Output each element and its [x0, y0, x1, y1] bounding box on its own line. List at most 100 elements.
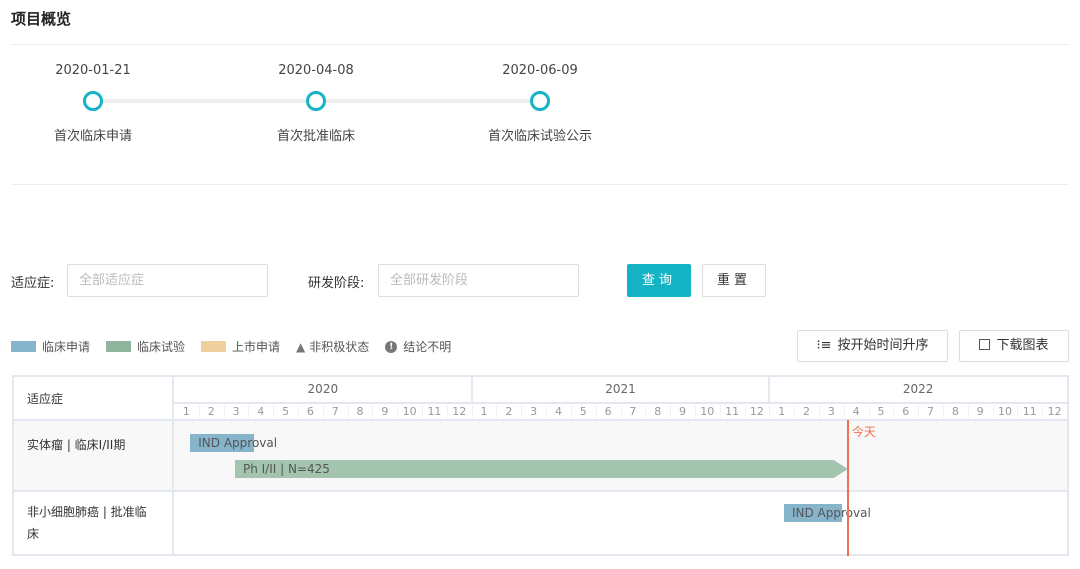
- year-label: 2021: [605, 382, 636, 396]
- reset-button[interactable]: 重置: [702, 264, 766, 297]
- stage-label: 研发阶段:: [308, 276, 365, 291]
- today-label: 今天: [851, 425, 876, 439]
- legend-item: ! 结论不明: [385, 338, 451, 355]
- divider: [843, 405, 845, 418]
- divider: [570, 405, 572, 418]
- divider: [11, 184, 1069, 185]
- download-button[interactable]: 下载图表: [959, 330, 1069, 362]
- gantt-bar-label: IND Approval: [198, 436, 278, 450]
- divider: [446, 405, 448, 418]
- month-label: 5: [579, 405, 587, 418]
- indication-label: 适应症:: [11, 276, 55, 291]
- row-label: 实体瘤 | 临床I/II期: [27, 438, 126, 452]
- month-label: 7: [331, 405, 339, 418]
- divider: [14, 490, 1067, 492]
- legend-item: 上市申请: [201, 338, 280, 355]
- month-label: 12: [452, 405, 467, 418]
- divider: [992, 405, 994, 418]
- exclamation-circle-icon: !: [385, 340, 398, 353]
- divider: [794, 405, 796, 418]
- milestone-date: 2020-01-21: [55, 63, 131, 78]
- document-icon: [979, 339, 991, 350]
- month-label: 12: [749, 405, 764, 418]
- query-button[interactable]: 查询: [627, 264, 691, 297]
- swatch-icon: [201, 341, 227, 352]
- divider: [818, 405, 820, 418]
- divider: [521, 405, 523, 418]
- divider: [298, 405, 300, 418]
- divider: [918, 405, 920, 418]
- month-label: 5: [282, 405, 290, 418]
- divider: [397, 405, 399, 418]
- divider: [273, 405, 275, 418]
- divider: [595, 405, 597, 418]
- download-button-label: 下载图表: [996, 338, 1049, 353]
- milestone-date: 2020-04-08: [278, 63, 354, 78]
- divider: [223, 405, 225, 418]
- divider: [248, 405, 250, 418]
- divider: [670, 405, 672, 418]
- divider: [645, 405, 647, 418]
- divider: [347, 405, 349, 418]
- divider: [1017, 405, 1019, 418]
- divider: [769, 405, 771, 418]
- month-label: 8: [654, 405, 662, 418]
- month-label: 10: [997, 405, 1012, 418]
- swatch-icon: [106, 341, 132, 352]
- month-label: 1: [480, 405, 488, 418]
- month-label: 9: [976, 405, 984, 418]
- month-label: 11: [725, 405, 740, 418]
- legend-item: 临床试验: [106, 338, 185, 355]
- milestone-dot: [306, 91, 326, 111]
- month-label: 2: [803, 405, 811, 418]
- legend-label: 临床试验: [137, 340, 186, 354]
- month-label: 6: [306, 405, 314, 418]
- legend-item: 临床申请: [11, 338, 90, 355]
- month-label: 10: [402, 405, 417, 418]
- sort-button-label: 按开始时间升序: [837, 338, 929, 353]
- month-label: 4: [257, 405, 265, 418]
- legend-label: 临床申请: [42, 340, 91, 354]
- indication-select[interactable]: 全部适应症: [67, 264, 268, 297]
- month-label: 1: [778, 405, 786, 418]
- sort-button[interactable]: ⁝≡ 按开始时间升序: [797, 330, 948, 362]
- month-label: 7: [629, 405, 637, 418]
- year-label: 2022: [902, 382, 934, 396]
- divider: [620, 405, 622, 418]
- month-label: 4: [554, 405, 562, 418]
- month-label: 6: [902, 405, 910, 418]
- divider: [372, 405, 374, 418]
- divider: [719, 405, 721, 418]
- divider: [11, 44, 1069, 45]
- month-label: 7: [927, 405, 935, 418]
- month-label: 1: [182, 405, 190, 418]
- column-header-indication: 适应症: [27, 392, 64, 406]
- month-label: 3: [530, 405, 538, 418]
- legend: 临床申请 临床试验 上市申请 ▲ 非积极状态 ! 结论不明: [11, 338, 467, 355]
- month-label: 3: [827, 405, 835, 418]
- month-label: 11: [427, 405, 442, 418]
- month-label: 2: [505, 405, 513, 418]
- divider: [942, 405, 944, 418]
- month-label: 12: [1047, 405, 1062, 418]
- divider: [893, 405, 895, 418]
- month-label: 5: [877, 405, 885, 418]
- sort-icon: ⁝≡: [816, 338, 832, 353]
- divider: [470, 377, 473, 403]
- swatch-icon: [11, 341, 36, 352]
- year-label: 2020: [307, 382, 339, 396]
- stage-select[interactable]: 全部研发阶段: [378, 264, 579, 297]
- milestone-date: 2020-06-09: [502, 63, 578, 78]
- milestone-dot: [83, 91, 103, 111]
- month-label: 10: [700, 405, 715, 418]
- divider: [1042, 405, 1044, 418]
- divider: [768, 377, 771, 403]
- month-label: 9: [381, 405, 389, 418]
- month-label: 4: [852, 405, 860, 418]
- gantt-bar-label: IND Approval: [791, 506, 871, 520]
- row-label: 非小细胞肺癌 | 批准临床: [27, 505, 147, 541]
- divider: [198, 405, 200, 418]
- divider: [471, 405, 473, 418]
- legend-item: ▲ 非积极状态: [296, 338, 369, 355]
- milestone-label: 首次批准临床: [276, 129, 355, 144]
